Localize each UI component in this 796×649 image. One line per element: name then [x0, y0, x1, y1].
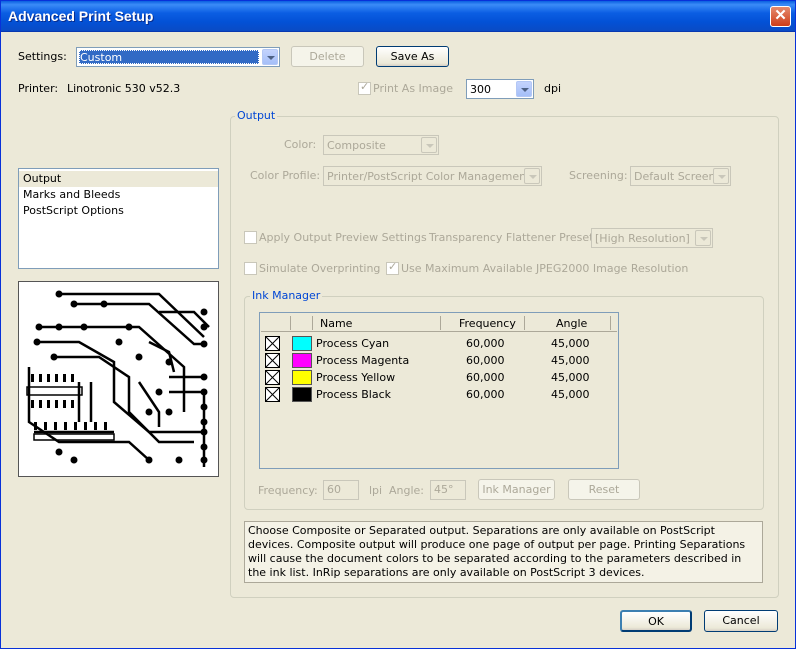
- section-item-postscript-options[interactable]: PostScript Options: [19, 203, 218, 219]
- flattener-dropdown[interactable]: [High Resolution]: [591, 228, 713, 248]
- dpi-value: 300: [470, 83, 491, 96]
- angle-input[interactable]: 45°: [430, 480, 466, 500]
- print-ink-toggle[interactable]: [265, 336, 280, 351]
- settings-label: Settings:: [18, 50, 67, 63]
- save-as-button[interactable]: Save As: [376, 46, 449, 67]
- circuit-preview-image: [26, 290, 210, 467]
- column-separator: [524, 316, 525, 330]
- ink-angle: 45,000: [551, 388, 590, 401]
- ink-name: Process Yellow: [316, 371, 396, 384]
- ink-swatch: [292, 387, 312, 402]
- delete-button[interactable]: Delete: [291, 46, 364, 67]
- ink-row[interactable]: Process Black 60,000 45,000: [261, 386, 617, 403]
- lpi-label: lpi: [369, 484, 383, 497]
- chevron-down-icon[interactable]: [421, 137, 437, 153]
- column-separator: [440, 316, 441, 330]
- color-profile-label: Color Profile:: [250, 169, 321, 182]
- ink-row[interactable]: Process Magenta 60,000 45,000: [261, 352, 617, 369]
- ink-name: Process Magenta: [316, 354, 410, 367]
- ink-row[interactable]: Process Cyan 60,000 45,000: [261, 335, 617, 352]
- ink-swatch: [292, 370, 312, 385]
- color-value: Composite: [327, 139, 386, 152]
- angle-label: Angle:: [389, 484, 425, 497]
- dpi-dropdown[interactable]: 300: [466, 79, 534, 99]
- color-profile-dropdown[interactable]: Printer/PostScript Color Management: [323, 166, 542, 186]
- ink-list-header: Name Frequency Angle: [261, 314, 617, 332]
- close-icon[interactable]: ✕: [770, 6, 791, 27]
- screening-dropdown[interactable]: Default Screen: [630, 166, 731, 186]
- printer-value: Linotronic 530 v52.3: [67, 82, 181, 95]
- chevron-down-icon[interactable]: [695, 230, 711, 246]
- print-ink-toggle[interactable]: [265, 370, 280, 385]
- screening-value: Default Screen: [634, 170, 716, 183]
- ink-swatch: [292, 336, 312, 351]
- section-list: Output Marks and Bleeds PostScript Optio…: [18, 168, 219, 269]
- simulate-overprint-label: Simulate Overprinting: [259, 262, 381, 275]
- jpeg2000-label: Use Maximum Available JPEG2000 Image Res…: [401, 262, 689, 275]
- chevron-down-icon[interactable]: [262, 49, 278, 65]
- window-title: Advanced Print Setup: [8, 8, 154, 24]
- print-as-image-label: Print As Image: [373, 82, 454, 95]
- ink-frequency: 60,000: [466, 371, 505, 384]
- section-item-marks-and-bleeds[interactable]: Marks and Bleeds: [19, 187, 218, 203]
- section-item-output[interactable]: Output: [19, 171, 218, 187]
- ok-button[interactable]: OK: [620, 610, 692, 632]
- frequency-input[interactable]: 60: [323, 480, 359, 500]
- screening-label: Screening:: [569, 169, 628, 182]
- title-bar[interactable]: Advanced Print Setup ✕: [1, 1, 795, 32]
- ink-frequency: 60,000: [466, 337, 505, 350]
- ink-name: Process Black: [316, 388, 391, 401]
- ink-swatch: [292, 353, 312, 368]
- ink-list: Name Frequency Angle Process Cyan 60,000…: [259, 312, 619, 469]
- column-header-name[interactable]: Name: [320, 317, 352, 330]
- frequency-label: Frequency:: [258, 484, 318, 497]
- settings-dropdown[interactable]: Custom: [76, 47, 280, 67]
- ink-angle: 45,000: [551, 354, 590, 367]
- chevron-down-icon[interactable]: [713, 168, 729, 184]
- print-ink-toggle[interactable]: [265, 353, 280, 368]
- column-separator: [290, 316, 291, 330]
- ink-angle: 45,000: [551, 337, 590, 350]
- color-dropdown[interactable]: Composite: [323, 135, 439, 155]
- ink-manager-button[interactable]: Ink Manager: [478, 479, 555, 500]
- apply-preview-label: Apply Output Preview Settings: [259, 231, 427, 244]
- simulate-overprint-checkbox[interactable]: [244, 262, 257, 275]
- output-group-title: Output: [235, 109, 278, 122]
- column-separator: [312, 316, 313, 330]
- ink-manager-group-title: Ink Manager: [250, 289, 323, 302]
- chevron-down-icon[interactable]: [516, 81, 532, 97]
- flattener-value: [High Resolution]: [595, 232, 690, 245]
- printer-label: Printer:: [18, 82, 59, 95]
- flattener-label: Transparency Flattener Preset:: [429, 231, 598, 244]
- advanced-print-setup-dialog: Advanced Print Setup ✕ Settings: Custom …: [0, 0, 796, 649]
- ink-frequency: 60,000: [466, 354, 505, 367]
- description-text: Choose Composite or Separated output. Se…: [244, 521, 763, 583]
- column-separator: [610, 316, 611, 330]
- page-preview: [18, 281, 219, 477]
- color-profile-value: Printer/PostScript Color Management: [327, 170, 531, 183]
- chevron-down-icon[interactable]: [524, 168, 540, 184]
- reset-button[interactable]: Reset: [568, 479, 640, 500]
- print-as-image-checkbox[interactable]: [358, 80, 371, 95]
- jpeg2000-checkbox[interactable]: [386, 260, 399, 275]
- dpi-label: dpi: [544, 82, 562, 95]
- print-ink-toggle[interactable]: [265, 387, 280, 402]
- ink-frequency: 60,000: [466, 388, 505, 401]
- cancel-button[interactable]: Cancel: [704, 610, 778, 632]
- color-label: Color:: [284, 138, 317, 151]
- column-header-angle[interactable]: Angle: [556, 317, 587, 330]
- ink-name: Process Cyan: [316, 337, 390, 350]
- column-header-frequency[interactable]: Frequency: [459, 317, 516, 330]
- ink-row[interactable]: Process Yellow 60,000 45,000: [261, 369, 617, 386]
- settings-value: Custom: [80, 51, 123, 64]
- ink-angle: 45,000: [551, 371, 590, 384]
- apply-preview-checkbox[interactable]: [244, 231, 257, 244]
